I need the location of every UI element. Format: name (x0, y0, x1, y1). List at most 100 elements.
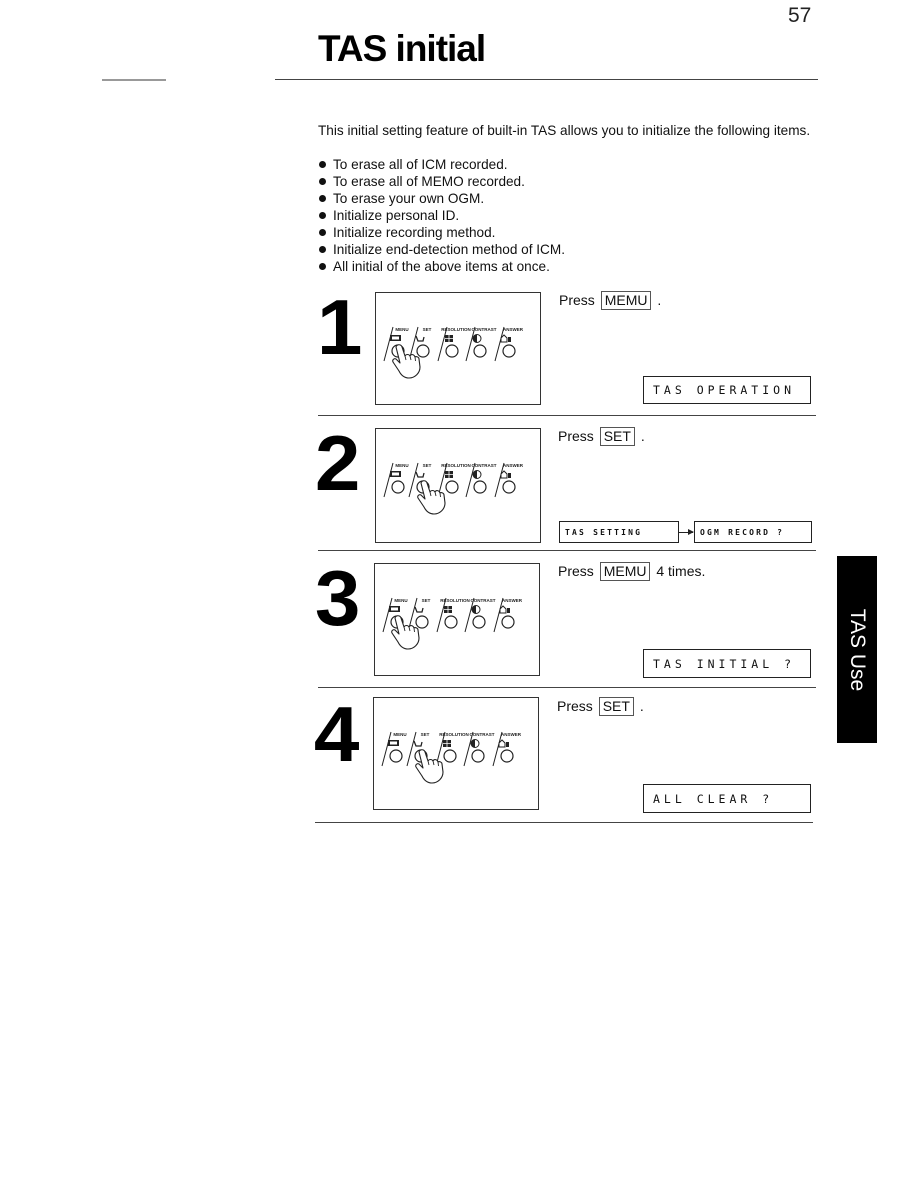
instruction-prefix: Press (559, 292, 595, 308)
panel-round-button (471, 749, 485, 763)
step-number: 4 (313, 690, 360, 778)
step-number: 3 (314, 554, 361, 642)
panel-button-answer: ANSWER (494, 326, 524, 362)
panel-divider (465, 326, 476, 362)
resolution-icon (443, 740, 451, 747)
key-label: SET (599, 427, 635, 446)
panel-divider (465, 462, 476, 498)
panel-divider (408, 462, 419, 498)
panel-button-label: RESOLUTION (441, 327, 471, 332)
step-instruction: Press SET . (557, 697, 644, 716)
control-panel-illustration: MENU SET RESOLUTION CONTRAST ANSWER (374, 563, 540, 676)
panel-divider (494, 326, 505, 362)
key-label: MEMU (600, 291, 652, 310)
section-tab-label: TAS Use (846, 608, 869, 691)
step-instruction: Press MEMU . (559, 291, 661, 310)
instruction-prefix: Press (558, 428, 594, 444)
margin-rule (102, 79, 166, 81)
panel-divider (493, 597, 504, 633)
panel-button-label: SET (422, 598, 431, 603)
panel-button-resolution: RESOLUTION (436, 597, 470, 633)
contrast-icon (471, 605, 481, 614)
section-tab: TAS Use (837, 556, 877, 743)
lcd-display: TAS SETTING (559, 521, 679, 543)
panel-button-contrast: CONTRAST (465, 462, 497, 498)
answer-icon (498, 739, 509, 748)
panel-round-button (443, 749, 457, 763)
panel-button-label: MENU (395, 463, 408, 468)
pointing-hand-icon (391, 615, 420, 650)
contrast-icon (472, 334, 482, 343)
panel-divider (492, 731, 503, 767)
panel-round-button (415, 615, 429, 629)
list-item: Initialize personal ID. (318, 207, 565, 224)
step-instruction: Press SET . (558, 427, 645, 446)
pointing-hand-icon (392, 344, 421, 379)
panel-drawing: MENU SET RESOLUTION CONTRAST ANSWER (381, 731, 522, 784)
instruction-suffix: . (640, 428, 645, 444)
panel-button-answer: ANSWER (492, 731, 522, 767)
lcd-display: OGM RECORD ? (694, 521, 812, 543)
feature-list: To erase all of ICM recorded. To erase a… (318, 156, 565, 275)
panel-divider (381, 731, 392, 767)
menu-icon (390, 335, 401, 341)
panel-divider (406, 731, 417, 767)
list-item: To erase all of MEMO recorded. (318, 173, 565, 190)
set-icon (413, 740, 423, 747)
panel-button-label: SET (421, 732, 430, 737)
panel-button-label: CONTRAST (470, 732, 495, 737)
instruction-suffix: . (639, 698, 644, 714)
panel-button-label: RESOLUTION (439, 732, 469, 737)
panel-round-button (502, 480, 516, 494)
arrow-right-icon (679, 529, 694, 535)
resolution-icon (445, 471, 453, 478)
lcd-display: TAS OPERATION (643, 376, 811, 404)
panel-button-resolution: RESOLUTION (437, 462, 471, 498)
list-item: To erase your own OGM. (318, 190, 565, 207)
step-number: 1 (316, 283, 363, 371)
panel-round-button (389, 749, 403, 763)
panel-button-label: MENU (394, 598, 407, 603)
lcd-display: ALL CLEAR ? (643, 784, 811, 813)
intro-paragraph: This initial setting feature of built-in… (318, 123, 811, 138)
panel-button-resolution: RESOLUTION (435, 731, 469, 767)
list-item: To erase all of ICM recorded. (318, 156, 565, 173)
panel-divider (437, 326, 448, 362)
panel-divider (494, 462, 505, 498)
panel-button-label: MENU (395, 327, 408, 332)
panel-button-label: RESOLUTION (440, 598, 470, 603)
contrast-icon (472, 470, 482, 479)
step-number: 2 (314, 419, 361, 507)
menu-icon (390, 471, 401, 477)
panel-button-answer: ANSWER (493, 597, 523, 633)
panel-button-label: CONTRAST (472, 327, 497, 332)
panel-round-button (473, 480, 487, 494)
panel-divider (383, 462, 394, 498)
step-divider (318, 687, 816, 688)
panel-button-contrast: CONTRAST (464, 597, 496, 633)
panel-button-label: ANSWER (503, 463, 524, 468)
panel-round-button (500, 749, 514, 763)
panel-drawing: MENU SET RESOLUTION CONTRAST ANSWER (382, 597, 523, 650)
panel-round-button (445, 344, 459, 358)
panel-divider (464, 597, 475, 633)
panel-button-label: SET (423, 463, 432, 468)
contrast-icon (470, 739, 480, 748)
panel-drawing: MENU SET RESOLUTION CONTRAST ANSWER (383, 326, 524, 379)
instruction-suffix: . (657, 292, 662, 308)
instruction-prefix: Press (558, 563, 594, 579)
answer-icon (500, 334, 511, 343)
list-item: Initialize end-detection method of ICM. (318, 241, 565, 258)
panel-button-resolution: RESOLUTION (437, 326, 471, 362)
list-item: Initialize recording method. (318, 224, 565, 241)
panel-divider (382, 597, 393, 633)
list-item: All initial of the above items at once. (318, 258, 565, 275)
panel-round-button (391, 480, 405, 494)
panel-round-button (502, 344, 516, 358)
panel-button-menu: MENU (383, 462, 409, 498)
panel-button-label: RESOLUTION (441, 463, 471, 468)
key-label: SET (598, 697, 634, 716)
panel-button-contrast: CONTRAST (463, 731, 495, 767)
instruction-prefix: Press (557, 698, 593, 714)
panel-divider (383, 326, 394, 362)
